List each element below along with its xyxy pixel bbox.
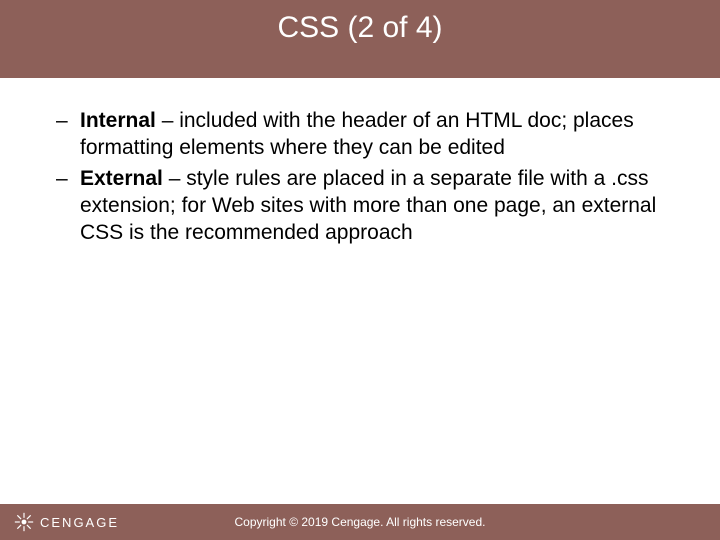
bullet-text: – included with the header of an HTML do… xyxy=(80,109,634,159)
bullet-dash-icon: – xyxy=(56,108,68,135)
bullet-label: Internal xyxy=(80,109,156,132)
bullet-text: – style rules are placed in a separate f… xyxy=(80,167,656,244)
bullet-label: External xyxy=(80,167,163,190)
list-item: – External – style rules are placed in a… xyxy=(48,166,672,247)
cengage-starburst-icon xyxy=(14,512,34,532)
list-item: – Internal – included with the header of… xyxy=(48,108,672,162)
content-area: – Internal – included with the header of… xyxy=(0,78,720,504)
title-band: CSS (2 of 4) xyxy=(0,0,720,78)
copyright-text: Copyright © 2019 Cengage. All rights res… xyxy=(0,515,720,529)
bullet-dash-icon: – xyxy=(56,166,68,193)
slide-title: CSS (2 of 4) xyxy=(277,11,442,45)
footer: Copyright © 2019 Cengage. All rights res… xyxy=(0,504,720,540)
bullet-list: – Internal – included with the header of… xyxy=(48,108,672,246)
